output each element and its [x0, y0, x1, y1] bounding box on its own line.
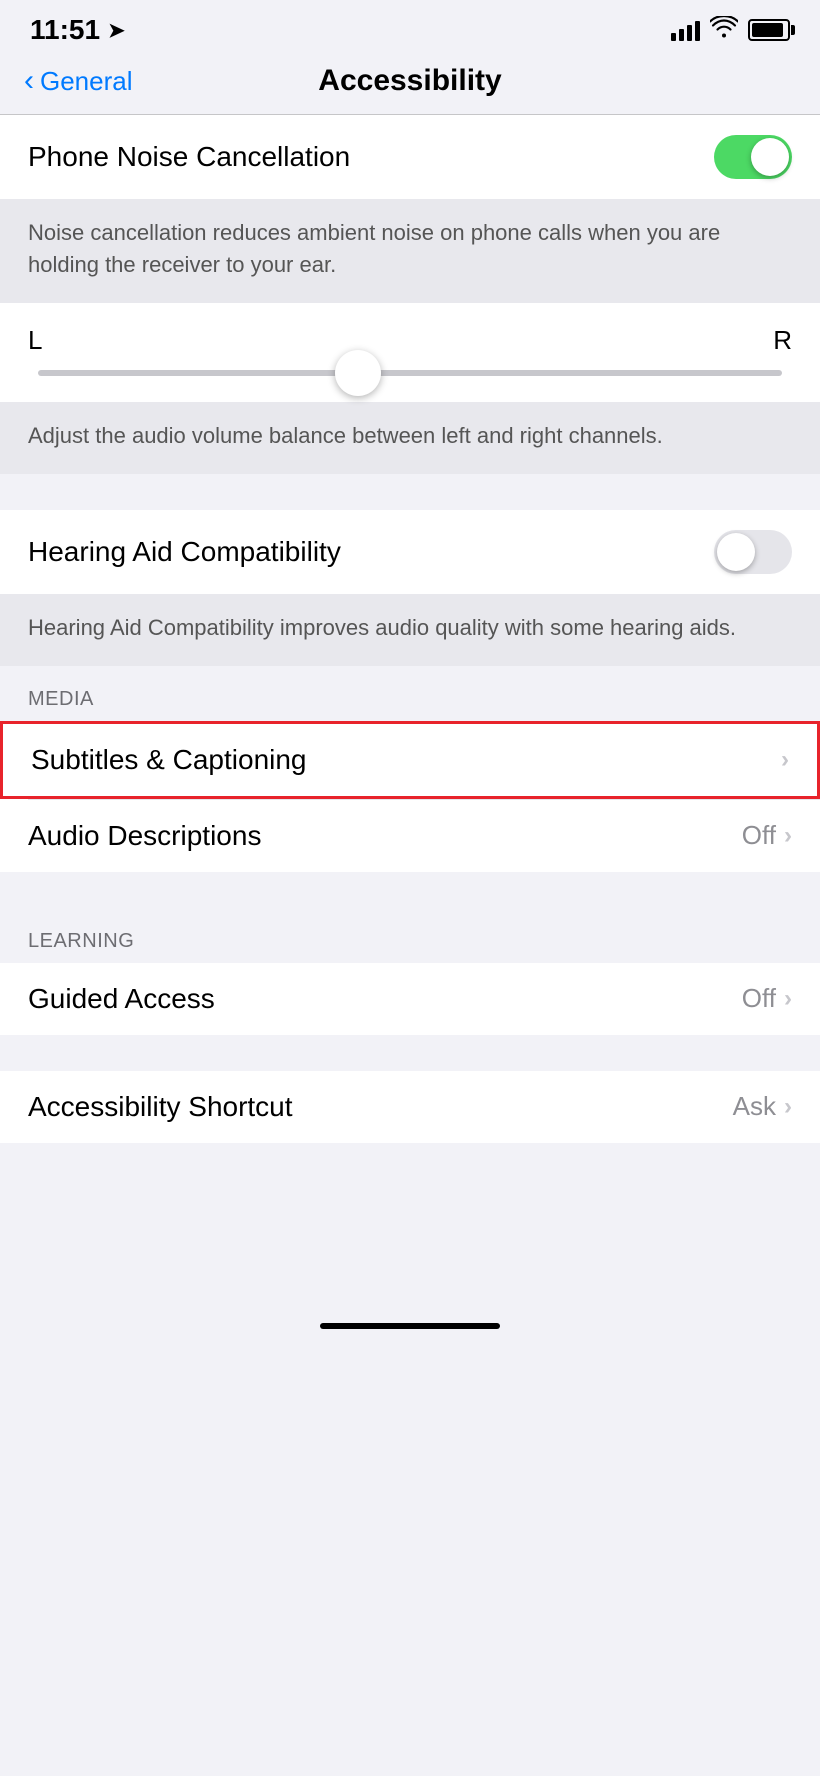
accessibility-shortcut-right: Ask › — [733, 1091, 792, 1122]
hearing-aid-compatibility-description-text: Hearing Aid Compatibility improves audio… — [28, 615, 736, 640]
toggle-knob — [751, 138, 789, 176]
audio-balance-description-text: Adjust the audio volume balance between … — [28, 423, 663, 448]
phone-noise-cancellation-section: Phone Noise Cancellation — [0, 115, 820, 199]
guided-access-label: Guided Access — [28, 983, 215, 1015]
section-gap-3 — [0, 1035, 820, 1071]
audio-balance-description: Adjust the audio volume balance between … — [0, 402, 820, 474]
guided-access-value: Off — [742, 983, 776, 1014]
accessibility-shortcut-row[interactable]: Accessibility Shortcut Ask › — [0, 1071, 820, 1143]
audio-descriptions-row[interactable]: Audio Descriptions Off › — [0, 800, 820, 872]
slider-left-label: L — [28, 325, 42, 356]
accessibility-shortcut-value: Ask — [733, 1091, 776, 1122]
phone-noise-cancellation-label: Phone Noise Cancellation — [28, 141, 350, 173]
hearing-aid-compatibility-toggle[interactable] — [714, 530, 792, 574]
learning-section-header: LEARNING — [0, 908, 820, 963]
media-header-text: MEDIA — [28, 688, 94, 710]
section-gap-1 — [0, 474, 820, 510]
phone-noise-cancellation-row[interactable]: Phone Noise Cancellation — [0, 115, 820, 199]
phone-noise-cancellation-description: Noise cancellation reduces ambient noise… — [0, 199, 820, 303]
hearing-aid-compatibility-row[interactable]: Hearing Aid Compatibility — [0, 510, 820, 594]
page-title: Accessibility — [318, 64, 501, 98]
accessibility-shortcut-section: Accessibility Shortcut Ask › — [0, 1071, 820, 1143]
hearing-aid-section: Hearing Aid Compatibility — [0, 510, 820, 594]
accessibility-shortcut-chevron-icon: › — [784, 1093, 792, 1121]
audio-balance-section: L R — [0, 303, 820, 402]
subtitles-captioning-row[interactable]: Subtitles & Captioning › — [0, 721, 820, 799]
phone-noise-cancellation-description-text: Noise cancellation reduces ambient noise… — [28, 220, 720, 277]
signal-bars-icon — [671, 19, 700, 41]
bottom-spacer — [0, 1143, 820, 1303]
audio-descriptions-value: Off — [742, 820, 776, 851]
audio-descriptions-right: Off › — [742, 820, 792, 851]
home-indicator — [0, 1303, 820, 1339]
hearing-aid-compatibility-description: Hearing Aid Compatibility improves audio… — [0, 594, 820, 666]
audio-descriptions-chevron-icon: › — [784, 822, 792, 850]
back-button[interactable]: ‹ General — [24, 64, 133, 98]
wifi-icon — [710, 16, 738, 44]
back-label: General — [40, 66, 133, 97]
guided-access-right: Off › — [742, 983, 792, 1014]
toggle-knob-2 — [717, 533, 755, 571]
guided-access-chevron-icon: › — [784, 985, 792, 1013]
audio-descriptions-label: Audio Descriptions — [28, 820, 261, 852]
home-bar — [320, 1323, 500, 1329]
learning-section: Guided Access Off › — [0, 963, 820, 1035]
slider-thumb[interactable] — [335, 350, 381, 396]
location-arrow-icon: ➤ — [108, 18, 125, 43]
hearing-aid-compatibility-label: Hearing Aid Compatibility — [28, 536, 341, 568]
learning-header-text: LEARNING — [28, 930, 134, 952]
slider-labels: L R — [28, 325, 792, 356]
guided-access-row[interactable]: Guided Access Off › — [0, 963, 820, 1035]
battery-icon — [748, 19, 790, 41]
subtitles-captioning-right: › — [781, 746, 789, 774]
subtitles-chevron-right-icon: › — [781, 746, 789, 774]
back-chevron-icon: ‹ — [24, 64, 34, 98]
nav-bar: ‹ General Accessibility — [0, 56, 820, 114]
audio-balance-slider[interactable] — [38, 370, 782, 376]
accessibility-shortcut-label: Accessibility Shortcut — [28, 1091, 293, 1123]
status-icons — [671, 16, 790, 44]
subtitles-captioning-label: Subtitles & Captioning — [31, 744, 307, 776]
slider-right-label: R — [773, 325, 792, 356]
status-time: 11:51 — [30, 14, 100, 46]
phone-noise-cancellation-toggle[interactable] — [714, 135, 792, 179]
status-bar: 11:51 ➤ — [0, 0, 820, 56]
media-section-header: MEDIA — [0, 666, 820, 721]
section-gap-2 — [0, 872, 820, 908]
media-section: Subtitles & Captioning › Audio Descripti… — [0, 721, 820, 872]
